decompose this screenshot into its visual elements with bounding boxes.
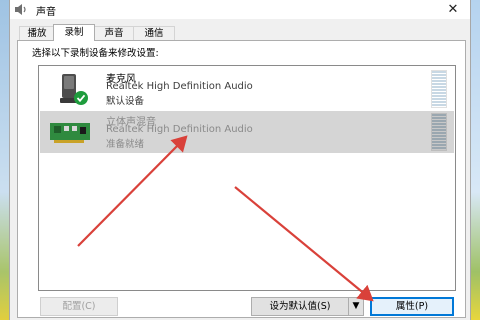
microphone-icon <box>60 74 88 105</box>
title-bar: 声音 ✕ <box>10 0 470 19</box>
set-default-button[interactable]: 设为默认值(S) <box>251 297 349 316</box>
close-icon: ✕ <box>447 2 459 17</box>
desktop-wallpaper-left <box>0 0 10 320</box>
sound-card-icon <box>50 123 90 143</box>
sound-dialog: 声音 ✕ 播放 录制 声音 通信 选择以下录制设备来修改设置: 麦克风 Real… <box>10 0 470 320</box>
level-meter <box>431 70 447 108</box>
device-driver: Realtek High Definition Audio <box>106 81 253 92</box>
default-check-icon <box>74 91 88 105</box>
chevron-down-icon: ▼ <box>352 301 360 311</box>
set-default-dropdown[interactable]: ▼ <box>348 297 364 316</box>
tab-playback[interactable]: 播放 <box>19 26 55 41</box>
recording-device-list[interactable]: 麦克风 Realtek High Definition Audio 默认设备 立… <box>38 65 456 291</box>
recording-panel: 选择以下录制设备来修改设置: 麦克风 Realtek High Definiti… <box>17 40 466 318</box>
device-driver: Realtek High Definition Audio <box>106 124 253 135</box>
close-button[interactable]: ✕ <box>440 1 466 18</box>
device-status: 准备就绪 <box>106 139 145 150</box>
window-title: 声音 <box>36 7 56 18</box>
speaker-icon <box>15 4 26 15</box>
level-meter <box>431 113 447 151</box>
tab-recording[interactable]: 录制 <box>53 24 95 41</box>
device-item-stereo-mix[interactable]: 立体声混音 Realtek High Definition Audio 准备就绪 <box>40 111 454 153</box>
instruction-text: 选择以下录制设备来修改设置: <box>32 48 159 59</box>
properties-button[interactable]: 属性(P) <box>370 297 454 316</box>
device-item-microphone[interactable]: 麦克风 Realtek High Definition Audio 默认设备 <box>40 68 454 110</box>
device-status: 默认设备 <box>106 96 145 107</box>
configure-button[interactable]: 配置(C) <box>40 297 118 316</box>
tab-communications[interactable]: 通信 <box>133 26 175 41</box>
desktop-wallpaper-right <box>470 0 480 320</box>
tab-sounds[interactable]: 声音 <box>93 26 135 41</box>
